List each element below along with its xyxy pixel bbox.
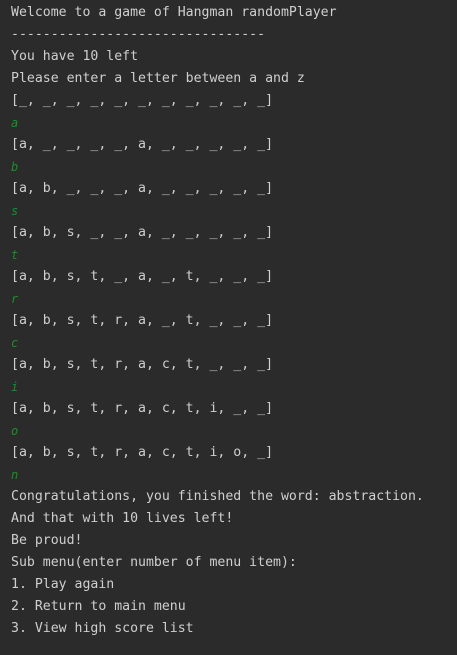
output-line: [_, _, _, _, _, _, _, _, _, _, _] (11, 93, 274, 108)
output-line: And that with 10 lives left! (11, 511, 234, 526)
output-line: Be proud! (11, 533, 83, 548)
output-line: 1. Play again (11, 577, 115, 592)
output-line: 3. View high score list (11, 621, 194, 636)
user-input-line: s (11, 204, 19, 218)
output-line: [a, _, _, _, _, a, _, _, _, _, _] (11, 137, 274, 152)
console-output: Welcome to a game of Hangman randomPlaye… (0, 0, 457, 655)
output-line: [a, b, s, _, _, a, _, _, _, _, _] (11, 225, 274, 240)
output-line: Congratulations, you finished the word: … (11, 489, 424, 504)
user-input-line: c (11, 336, 19, 350)
user-input-line: i (11, 380, 19, 394)
user-input-line: r (11, 292, 19, 306)
user-input-line: t (11, 248, 19, 262)
output-line: You have 10 left (11, 49, 139, 64)
user-input-line: b (11, 160, 19, 174)
user-input-line: n (11, 468, 19, 482)
output-line: [a, b, s, t, r, a, _, t, _, _, _] (11, 313, 274, 328)
output-line: -------------------------------- (11, 27, 266, 42)
output-line: [a, b, s, t, r, a, c, t, _, _, _] (11, 357, 274, 372)
output-line: Welcome to a game of Hangman randomPlaye… (11, 5, 337, 20)
output-line: [a, b, s, t, r, a, c, t, i, o, _] (11, 445, 274, 460)
output-line: 2. Return to main menu (11, 599, 186, 614)
output-line: [a, b, _, _, _, a, _, _, _, _, _] (11, 181, 274, 196)
output-line: [a, b, s, t, r, a, c, t, i, _, _] (11, 401, 274, 416)
output-line: [a, b, s, t, _, a, _, t, _, _, _] (11, 269, 274, 284)
output-line: Please enter a letter between a and z (11, 71, 305, 86)
user-input-line: o (11, 424, 19, 438)
output-line: Sub menu(enter number of menu item): (11, 555, 297, 570)
user-input-line: a (11, 116, 19, 130)
